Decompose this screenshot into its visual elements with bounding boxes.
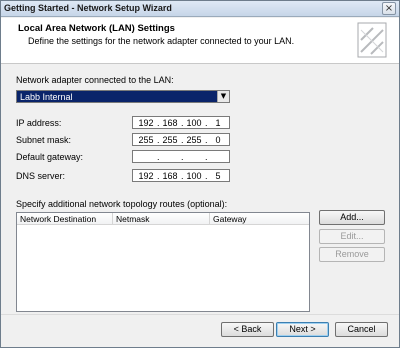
column-header-network-destination[interactable]: Network Destination <box>17 213 113 225</box>
wizard-header: Local Area Network (LAN) Settings Define… <box>1 18 399 64</box>
close-icon[interactable]: × <box>382 2 396 15</box>
page-subtitle: Define the settings for the network adap… <box>28 36 295 46</box>
ip-octet: 168 <box>162 118 178 128</box>
ip-octet: 1 <box>215 118 221 128</box>
footer-divider <box>1 314 399 315</box>
ip-octet: 100 <box>186 118 202 128</box>
subnet-octet: 255 <box>138 135 154 145</box>
dns-octet: 192 <box>138 171 154 181</box>
subnet-separator: . <box>181 135 184 145</box>
dns-octet: 168 <box>162 171 178 181</box>
gateway-separator: . <box>205 152 208 162</box>
dns-separator: . <box>205 171 208 181</box>
window-title: Getting Started - Network Setup Wizard <box>4 3 172 13</box>
dns-separator: . <box>181 171 184 181</box>
adapter-label: Network adapter connected to the LAN: <box>16 75 174 85</box>
dns-octet: 100 <box>186 171 202 181</box>
cancel-button[interactable]: Cancel <box>335 322 388 337</box>
routes-label: Specify additional network topology rout… <box>16 199 228 209</box>
gateway-separator: . <box>181 152 184 162</box>
subnet-octet: 255 <box>162 135 178 145</box>
edit-route-button[interactable]: Edit... <box>319 229 385 244</box>
wizard-window: Getting Started - Network Setup Wizard ×… <box>0 0 400 348</box>
default-gateway-label: Default gateway: <box>16 152 84 162</box>
back-button[interactable]: < Back <box>221 322 274 337</box>
subnet-mask-label: Subnet mask: <box>16 135 72 145</box>
dns-separator: . <box>157 171 160 181</box>
adapter-dropdown[interactable]: Labb Internal ▼ <box>16 90 230 103</box>
column-header-netmask[interactable]: Netmask <box>113 213 210 225</box>
ip-separator: . <box>205 118 208 128</box>
ip-separator: . <box>157 118 160 128</box>
page-title: Local Area Network (LAN) Settings <box>18 23 175 34</box>
routes-table[interactable]: Network Destination Netmask Gateway <box>16 212 310 312</box>
chevron-down-icon[interactable]: ▼ <box>217 91 229 102</box>
title-bar: Getting Started - Network Setup Wizard × <box>1 1 399 17</box>
remove-route-button[interactable]: Remove <box>319 247 385 262</box>
ip-separator: . <box>181 118 184 128</box>
default-gateway-field[interactable]: . . . <box>132 150 230 163</box>
dns-server-field[interactable]: 192 . 168 . 100 . 5 <box>132 169 230 182</box>
subnet-separator: . <box>157 135 160 145</box>
next-button[interactable]: Next > <box>276 322 329 337</box>
ip-address-label: IP address: <box>16 118 62 128</box>
ip-address-field[interactable]: 192 . 168 . 100 . 1 <box>132 116 230 129</box>
gateway-separator: . <box>157 152 160 162</box>
subnet-octet: 0 <box>215 135 221 145</box>
subnet-separator: . <box>205 135 208 145</box>
ip-octet: 192 <box>138 118 154 128</box>
adapter-selected-value: Labb Internal <box>20 92 73 102</box>
dns-octet: 5 <box>215 171 221 181</box>
add-route-button[interactable]: Add... <box>319 210 385 225</box>
subnet-octet: 255 <box>186 135 202 145</box>
dns-server-label: DNS server: <box>16 171 66 181</box>
network-wizard-graphic-icon <box>357 22 387 58</box>
column-header-gateway[interactable]: Gateway <box>210 213 309 225</box>
subnet-mask-field[interactable]: 255 . 255 . 255 . 0 <box>132 133 230 146</box>
